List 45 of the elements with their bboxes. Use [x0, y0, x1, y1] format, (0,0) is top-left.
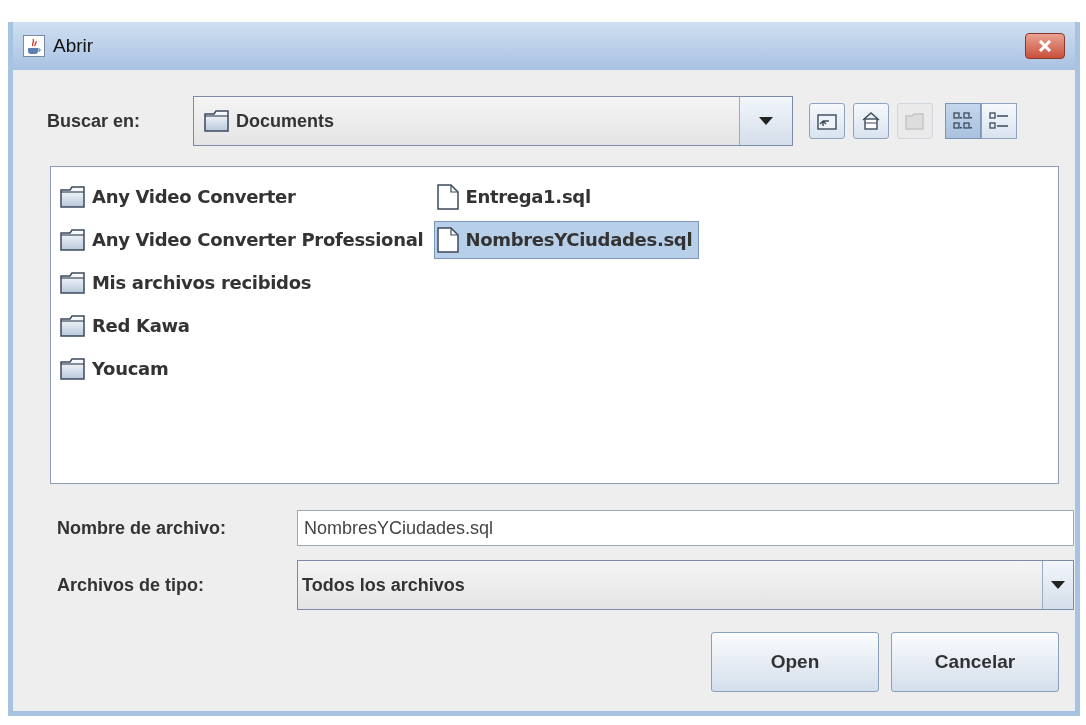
- file-type-dropdown[interactable]: Todos los archivos: [297, 560, 1074, 610]
- home-icon: [861, 111, 881, 131]
- folder-icon: [60, 185, 86, 208]
- file-name-label: Nombre de archivo:: [57, 517, 228, 539]
- file-type-label: Archivos de tipo:: [57, 574, 205, 596]
- open-button[interactable]: Open: [711, 632, 879, 692]
- look-in-label: Buscar en:: [47, 110, 142, 132]
- close-button[interactable]: [1025, 33, 1065, 59]
- look-in-dropdown[interactable]: Documents: [193, 96, 793, 146]
- folder-icon: [60, 357, 86, 380]
- list-view-button[interactable]: [945, 103, 981, 139]
- up-folder-button[interactable]: [809, 103, 845, 139]
- dropdown-arrow-icon: [1051, 581, 1065, 589]
- folder-icon: [60, 228, 86, 251]
- folder-item[interactable]: Any Video Converter: [57, 177, 431, 216]
- item-name: Mis archivos recibidos: [92, 272, 312, 293]
- folder-icon: [905, 112, 925, 130]
- folder-up-icon: [817, 112, 837, 130]
- java-cup-icon: [23, 35, 45, 57]
- cancel-button[interactable]: Cancelar: [891, 632, 1059, 692]
- item-name: NombresYCiudades.sql: [465, 229, 693, 250]
- file-icon: [437, 226, 460, 253]
- folder-icon: [204, 110, 230, 132]
- folder-item[interactable]: Youcam: [57, 349, 431, 388]
- file-icon: [437, 183, 460, 210]
- close-icon: [1038, 40, 1052, 52]
- folder-item[interactable]: Any Video Converter Professional: [57, 220, 431, 259]
- item-name: Any Video Converter Professional: [92, 229, 424, 250]
- details-view-icon: [989, 111, 1009, 131]
- details-view-button[interactable]: [981, 103, 1017, 139]
- window-title: Abrir: [53, 35, 95, 57]
- item-name: Entrega1.sql: [465, 186, 591, 207]
- folder-item[interactable]: Red Kawa: [57, 306, 431, 345]
- file-item[interactable]: Entrega1.sql: [434, 177, 700, 216]
- list-view-icon: [953, 111, 973, 131]
- item-name: Any Video Converter: [92, 186, 296, 207]
- folder-icon: [60, 314, 86, 337]
- home-button[interactable]: [853, 103, 889, 139]
- file-item[interactable]: NombresYCiudades.sql: [434, 220, 700, 259]
- item-name: Red Kawa: [92, 315, 190, 336]
- file-name-field[interactable]: NombresYCiudades.sql: [297, 510, 1074, 546]
- item-name: Youcam: [92, 358, 169, 379]
- dropdown-arrow-icon: [759, 117, 773, 125]
- folder-icon: [60, 271, 86, 294]
- folder-item[interactable]: Mis archivos recibidos: [57, 263, 431, 302]
